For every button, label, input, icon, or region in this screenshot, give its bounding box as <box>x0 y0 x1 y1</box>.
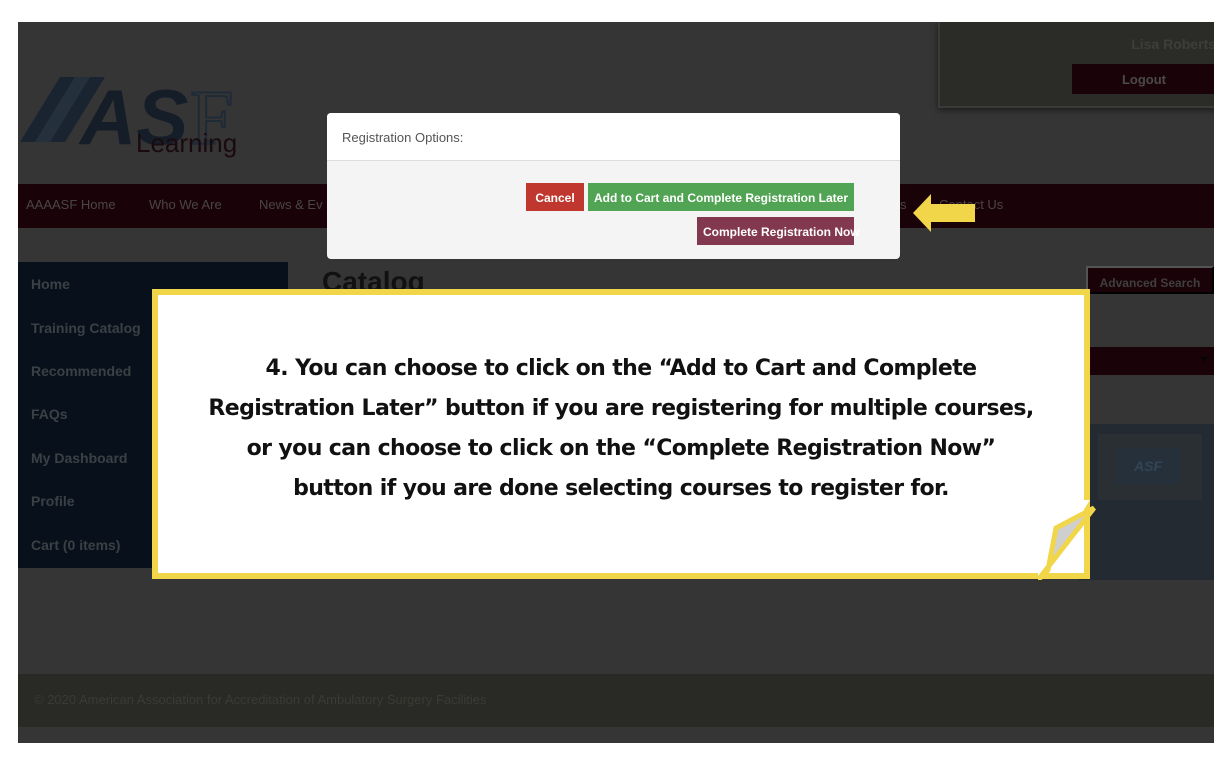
callout-line: button if you are done selecting courses… <box>293 476 949 501</box>
user-name: Lisa Roberts <box>1131 36 1214 52</box>
footer: © 2020 American Association for Accredit… <box>18 674 1214 727</box>
callout-text: 4. You can choose to click on the “Add t… <box>158 349 1084 509</box>
nav-resources[interactable]: s <box>900 197 907 212</box>
asf-learning-logo[interactable]: AS F Learning <box>20 52 250 182</box>
sidebar-item-cart[interactable]: Cart (0 items) <box>31 537 120 553</box>
page-backdrop: AS F Learning Lisa Roberts Logout AAAASF… <box>18 22 1214 743</box>
sidebar-item-recommended[interactable]: Recommended <box>31 363 131 379</box>
modal-header: Registration Options: <box>327 113 900 161</box>
add-to-cart-button[interactable]: Add to Cart and Complete Registration La… <box>588 183 854 211</box>
page-curl-icon <box>1038 500 1096 580</box>
registration-options-modal: Registration Options: Cancel Add to Cart… <box>327 113 900 259</box>
sidebar-item-my-dashboard[interactable]: My Dashboard <box>31 450 127 466</box>
logo-subtext: Learning <box>136 128 238 158</box>
filter-dropdown[interactable] <box>1078 347 1214 375</box>
complete-registration-now-button[interactable]: Complete Registration Now <box>697 217 860 245</box>
instruction-callout: 4. You can choose to click on the “Add t… <box>152 289 1090 579</box>
caret-down-icon <box>1200 357 1208 362</box>
arrow-left-icon <box>913 194 975 232</box>
cancel-button[interactable]: Cancel <box>526 183 584 211</box>
course-thumbnail[interactable]: ASF <box>1098 434 1202 500</box>
nav-aaaasf-home[interactable]: AAAASF Home <box>26 197 116 212</box>
course-thumb-logo: ASF <box>1116 448 1180 484</box>
nav-news-events[interactable]: News & Ev <box>259 197 323 212</box>
nav-who-we-are[interactable]: Who We Are <box>149 197 222 212</box>
asf-logo-icon: AS F <box>20 73 234 162</box>
sidebar-item-home[interactable]: Home <box>31 276 70 292</box>
sidebar-item-faqs[interactable]: FAQs <box>31 406 68 422</box>
sidebar-item-training-catalog[interactable]: Training Catalog <box>31 320 141 336</box>
sidebar-item-profile[interactable]: Profile <box>31 493 75 509</box>
callout-line: or you can choose to click on the “Compl… <box>246 436 996 461</box>
user-panel: Lisa Roberts Logout <box>938 22 1214 108</box>
callout-line: Registration Later” button if you are re… <box>208 396 1034 421</box>
advanced-search-button[interactable]: Advanced Search <box>1086 266 1214 294</box>
logout-button[interactable]: Logout <box>1072 64 1214 94</box>
callout-line: 4. You can choose to click on the “Add t… <box>265 356 977 381</box>
modal-title: Registration Options: <box>342 130 464 145</box>
footer-copyright: © 2020 American Association for Accredit… <box>34 692 487 707</box>
